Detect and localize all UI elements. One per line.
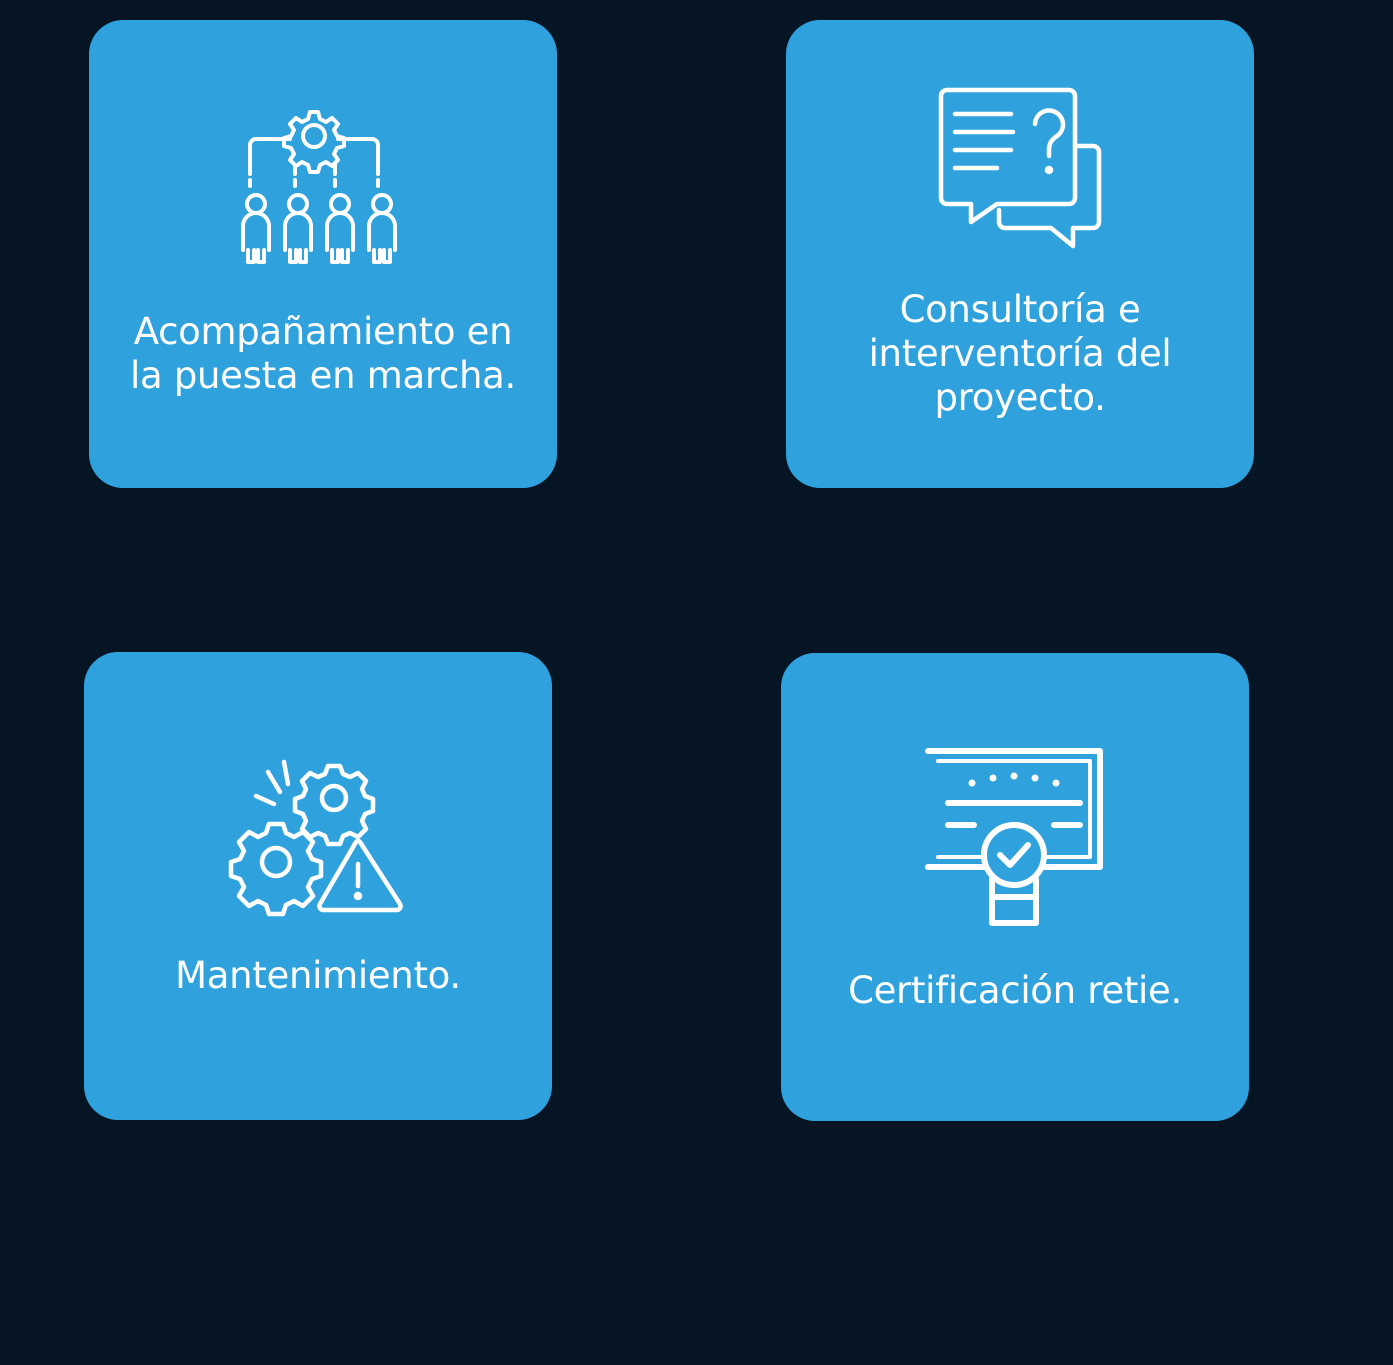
service-label: Acompañamiento en la puesta en marcha.: [89, 310, 557, 398]
service-label: Mantenimiento.: [84, 954, 552, 998]
certificate-icon: [924, 747, 1106, 929]
label-line: la puesta en marcha.: [130, 354, 516, 397]
service-card-mantenimiento: Mantenimiento.: [84, 652, 552, 1120]
service-card-consultoria: Consultoría e interventoría del proyecto…: [786, 20, 1254, 488]
label-line: proyecto.: [934, 376, 1106, 419]
chat-question-icon: [937, 86, 1103, 252]
label-line: Certificación retie.: [848, 969, 1182, 1012]
service-card-certificacion: Certificación retie.: [781, 653, 1249, 1121]
service-label: Certificación retie.: [781, 969, 1249, 1013]
label-line: interventoría del: [868, 332, 1172, 375]
service-card-acompanamiento: Acompañamiento en la puesta en marcha.: [89, 20, 557, 488]
label-line: Mantenimiento.: [175, 954, 461, 997]
label-line: Acompañamiento en: [133, 310, 513, 353]
team-gear-icon: [238, 108, 408, 270]
service-label: Consultoría e interventoría del proyecto…: [786, 288, 1254, 420]
label-line: Consultoría e: [899, 288, 1141, 331]
gears-warning-icon: [228, 756, 408, 917]
